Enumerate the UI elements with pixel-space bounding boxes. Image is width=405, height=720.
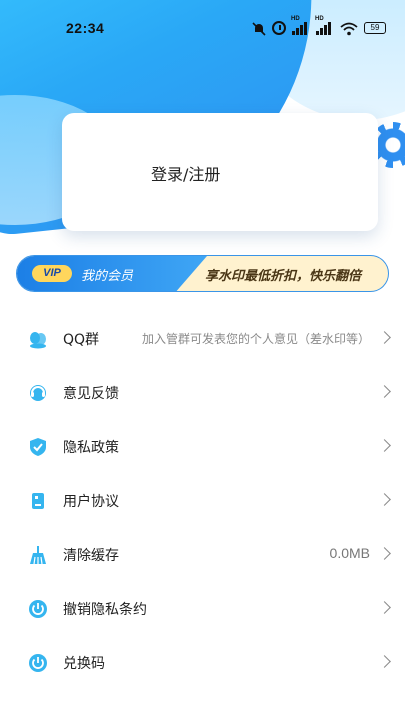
qq-group-icon bbox=[28, 329, 48, 349]
feedback-icon bbox=[28, 383, 48, 403]
cache-size: 0.0MB bbox=[329, 545, 370, 561]
chevron-right-icon bbox=[378, 385, 391, 398]
menu-label: 兑换码 bbox=[63, 656, 105, 672]
shield-check-icon bbox=[28, 437, 48, 457]
menu-label: 撤销隐私条约 bbox=[63, 602, 147, 618]
menu-item-user-agreement[interactable]: 用户协议 bbox=[0, 481, 405, 521]
power-icon bbox=[28, 653, 48, 673]
menu-item-revoke-privacy[interactable]: 撤销隐私条约 bbox=[0, 589, 405, 629]
signal-icon-2: HD bbox=[315, 16, 334, 35]
vip-badge: VIP bbox=[32, 265, 72, 282]
menu-item-feedback[interactable]: 意见反馈 bbox=[0, 373, 405, 413]
signal-badge: HD bbox=[291, 16, 300, 22]
document-icon bbox=[28, 491, 48, 511]
menu-item-clear-cache[interactable]: 清除缓存 0.0MB bbox=[0, 535, 405, 575]
chevron-right-icon bbox=[378, 601, 391, 614]
vip-promo-text: 享水印最低折扣，快乐翻倍 bbox=[205, 269, 362, 284]
menu-label: 意见反馈 bbox=[63, 386, 119, 402]
chevron-right-icon bbox=[378, 331, 391, 344]
menu-item-qq-group[interactable]: QQ群 加入管群可发表您的个人意见（差水印等） bbox=[0, 319, 405, 359]
alarm-icon bbox=[272, 21, 286, 35]
menu-label: QQ群 bbox=[63, 332, 100, 348]
menu-item-redeem-code[interactable]: 兑换码 bbox=[0, 643, 405, 683]
vip-banner[interactable]: VIP 我的会员 享水印最低折扣，快乐翻倍 bbox=[16, 255, 389, 292]
menu-label: 清除缓存 bbox=[63, 548, 119, 564]
login-card[interactable]: 登录/注册 bbox=[62, 113, 378, 231]
wifi-icon bbox=[340, 21, 358, 36]
mute-icon bbox=[252, 21, 266, 36]
status-bar: 22:34 HD HD 59 bbox=[0, 0, 405, 56]
signal-badge-2: HD bbox=[315, 16, 324, 22]
battery-icon: 59 bbox=[364, 22, 386, 34]
vip-member-label: 我的会员 bbox=[81, 269, 134, 284]
login-register-label[interactable]: 登录/注册 bbox=[151, 161, 220, 185]
menu-item-privacy-policy[interactable]: 隐私政策 bbox=[0, 427, 405, 467]
signal-icon: HD bbox=[291, 16, 310, 35]
chevron-right-icon bbox=[378, 493, 391, 506]
status-icons: HD HD 59 bbox=[252, 16, 386, 37]
menu-label: 用户协议 bbox=[63, 494, 119, 510]
chevron-right-icon bbox=[378, 655, 391, 668]
menu-label: 隐私政策 bbox=[63, 440, 119, 456]
status-time: 22:34 bbox=[66, 20, 105, 36]
broom-icon bbox=[28, 545, 48, 565]
menu-detail: 加入管群可发表您的个人意见（差水印等） bbox=[141, 332, 370, 346]
chevron-right-icon bbox=[378, 547, 391, 560]
chevron-right-icon bbox=[378, 439, 391, 452]
power-icon bbox=[28, 599, 48, 619]
